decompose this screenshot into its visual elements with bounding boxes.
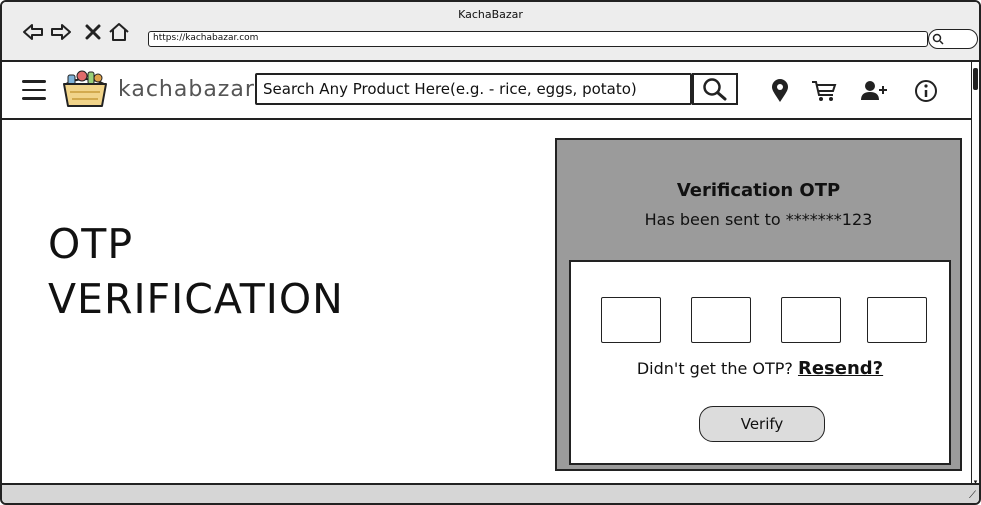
browser-toolbar: KachaBazar https://kachabazar.com <box>2 2 979 62</box>
otp-panel: Verification OTP Has been sent to ******… <box>555 138 962 471</box>
vertical-scrollbar[interactable]: ▾ <box>971 62 979 487</box>
home-icon[interactable] <box>108 21 130 43</box>
product-search-input[interactable]: Search Any Product Here(e.g. - rice, egg… <box>255 73 692 105</box>
otp-panel-subtitle: Has been sent to *******123 <box>644 210 873 229</box>
url-bar[interactable]: https://kachabazar.com <box>148 31 928 47</box>
forward-icon[interactable] <box>50 21 72 43</box>
otp-digit-2[interactable] <box>691 297 751 343</box>
page-title-line2: VERIFICATION <box>48 275 344 323</box>
browser-window: KachaBazar https://kachabazar.com kachab… <box>0 0 981 505</box>
otp-digit-3[interactable] <box>781 297 841 343</box>
search-button[interactable] <box>692 73 738 105</box>
page-title: OTP VERIFICATION <box>48 217 344 327</box>
resend-link[interactable]: Resend? <box>798 358 883 379</box>
search-icon <box>932 33 944 45</box>
scrollbar-thumb[interactable] <box>973 68 978 90</box>
menu-icon[interactable] <box>22 80 46 100</box>
location-pin-icon[interactable] <box>766 78 794 104</box>
window-title: KachaBazar <box>458 8 523 21</box>
site-header: kachabazar Search Any Product Here(e.g. … <box>2 62 979 120</box>
search-icon <box>703 78 727 101</box>
logo-basket[interactable] <box>60 66 110 110</box>
add-user-icon[interactable] <box>860 78 888 104</box>
resend-line: Didn't get the OTP? Resend? <box>571 358 949 379</box>
otp-form: Didn't get the OTP? Resend? Verify <box>569 260 951 465</box>
cart-icon[interactable] <box>810 78 838 104</box>
browser-search-field[interactable] <box>928 29 978 49</box>
back-icon[interactable] <box>22 21 44 43</box>
close-icon[interactable] <box>82 21 104 43</box>
resend-prompt: Didn't get the OTP? <box>636 359 793 378</box>
brand-name[interactable]: kachabazar <box>118 77 255 102</box>
otp-panel-title: Verification OTP <box>676 180 841 201</box>
resize-handle-icon[interactable]: ⟋ <box>969 490 976 501</box>
page-title-line1: OTP <box>48 220 134 268</box>
status-bar: ⟋ <box>2 483 979 503</box>
info-icon[interactable] <box>912 78 940 104</box>
verify-button[interactable]: Verify <box>699 406 825 442</box>
otp-digit-4[interactable] <box>867 297 927 343</box>
otp-digit-1[interactable] <box>601 297 661 343</box>
